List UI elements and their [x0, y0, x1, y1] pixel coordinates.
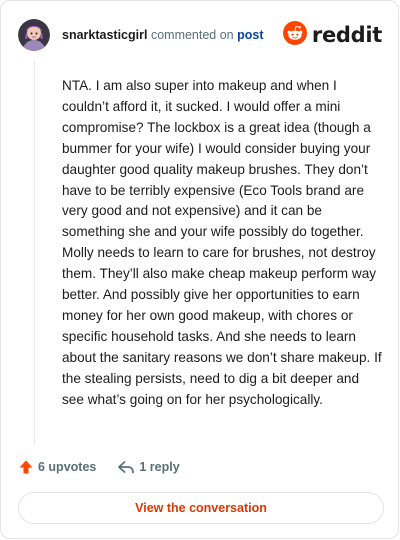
upvote-arrow-icon [18, 459, 38, 475]
avatar[interactable] [18, 19, 50, 51]
comment-meta: snarktasticgirl commented on post [62, 28, 264, 42]
comment-card: snarktasticgirl commented on post reddit [0, 0, 399, 539]
post-link[interactable]: post [237, 28, 263, 42]
upvote-count: 6 upvotes [38, 460, 97, 474]
comment-actions: 6 upvotes 1 reply [18, 457, 180, 477]
reply-count: 1 reply [139, 460, 180, 474]
username-link[interactable]: snarktasticgirl [62, 28, 147, 42]
view-conversation-button[interactable]: View the conversation [18, 492, 384, 524]
reply-arrow-icon [117, 459, 139, 475]
comment-header: snarktasticgirl commented on post reddit [18, 17, 382, 53]
reddit-brand[interactable]: reddit [282, 20, 382, 50]
reddit-wordmark: reddit [311, 23, 382, 47]
comment-body: NTA. I am also super into makeup and whe… [62, 78, 382, 407]
reddit-logo-icon [282, 20, 307, 50]
upvote-button[interactable]: 6 upvotes [18, 459, 96, 475]
reply-button[interactable]: 1 reply [117, 459, 180, 475]
action-text: commented on [150, 28, 234, 42]
thread-line [34, 61, 35, 445]
